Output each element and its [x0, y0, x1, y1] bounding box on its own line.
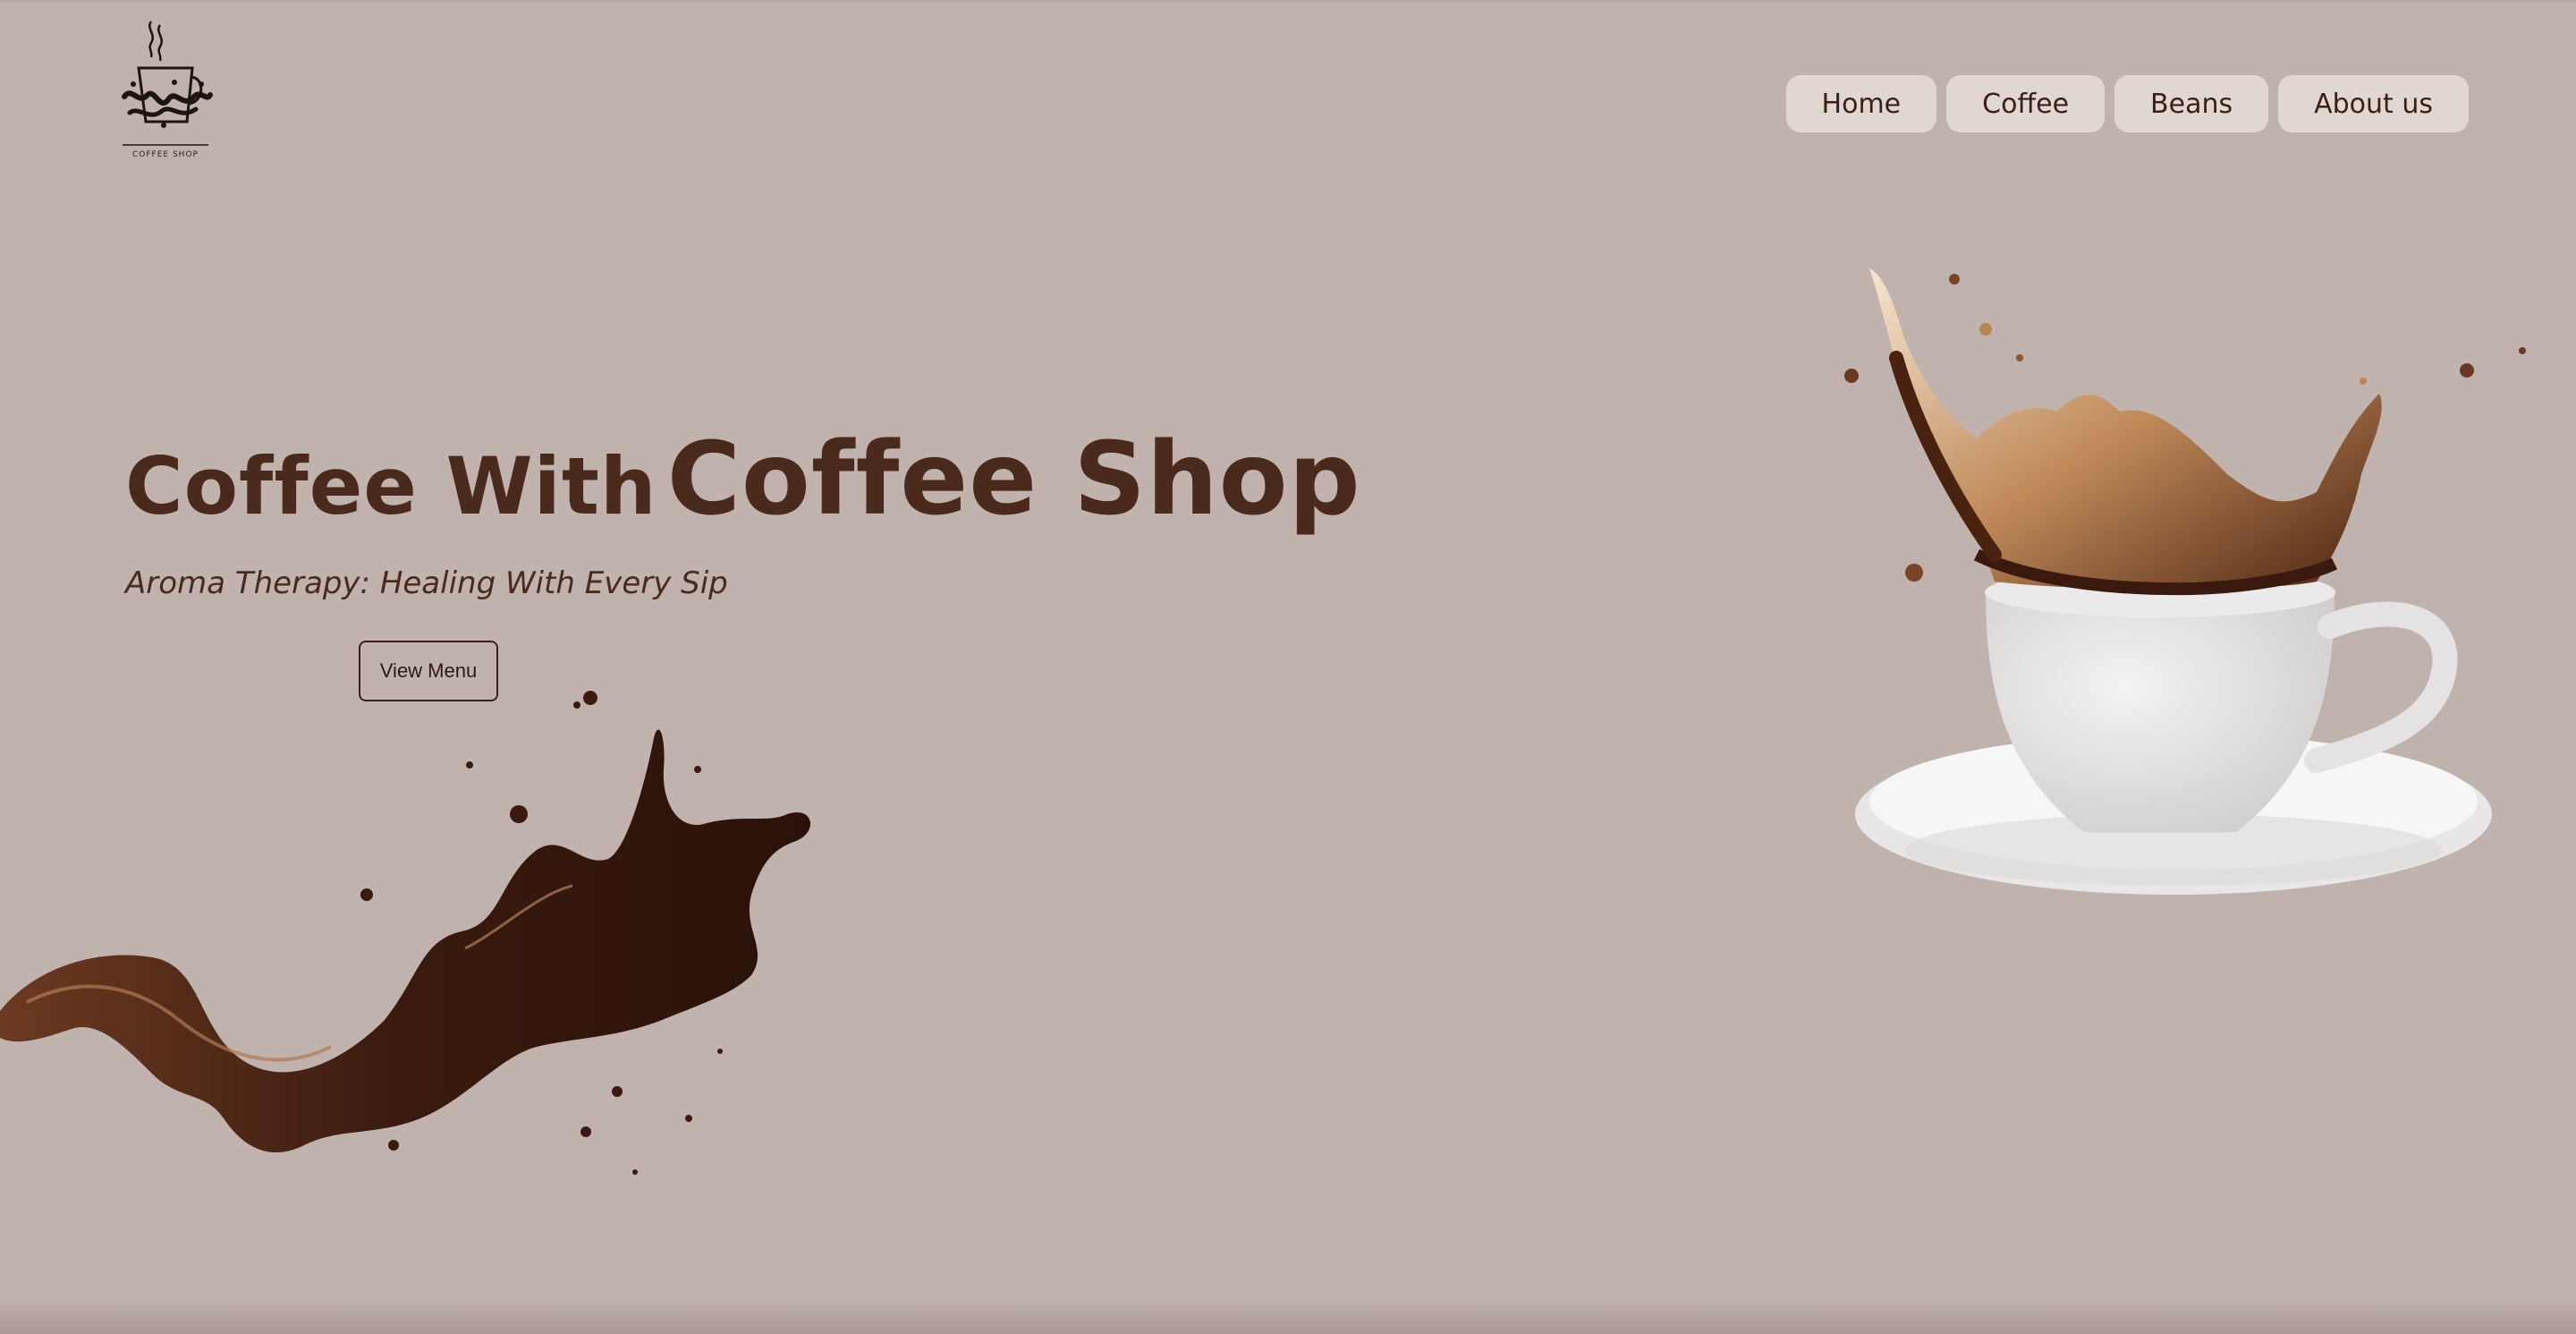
coffee-cup-logo-icon [122, 21, 213, 146]
bottom-shadow [0, 1298, 2576, 1334]
nav-beans[interactable]: Beans [2114, 75, 2269, 132]
hero-subtitle: Aroma Therapy: Healing With Every Sip [125, 565, 728, 601]
nav-about-us[interactable]: About us [2278, 75, 2469, 132]
hero-title-part1: Coffee With [125, 440, 657, 532]
logo[interactable]: COFFEE SHOP [112, 16, 219, 168]
logo-caption: COFFEE SHOP [132, 150, 199, 159]
coffee-cup-splash-image [1844, 268, 2526, 895]
nav-home[interactable]: Home [1785, 75, 1937, 132]
coffee-splash-image [0, 691, 811, 1175]
nav-coffee[interactable]: Coffee [1946, 75, 2106, 132]
hero-title: Coffee With Coffee Shop [125, 429, 1361, 530]
top-border [0, 0, 2576, 3]
main-nav: Home Coffee Beans About us [1785, 75, 2469, 132]
hero-title-part2: Coffee Shop [666, 421, 1361, 538]
